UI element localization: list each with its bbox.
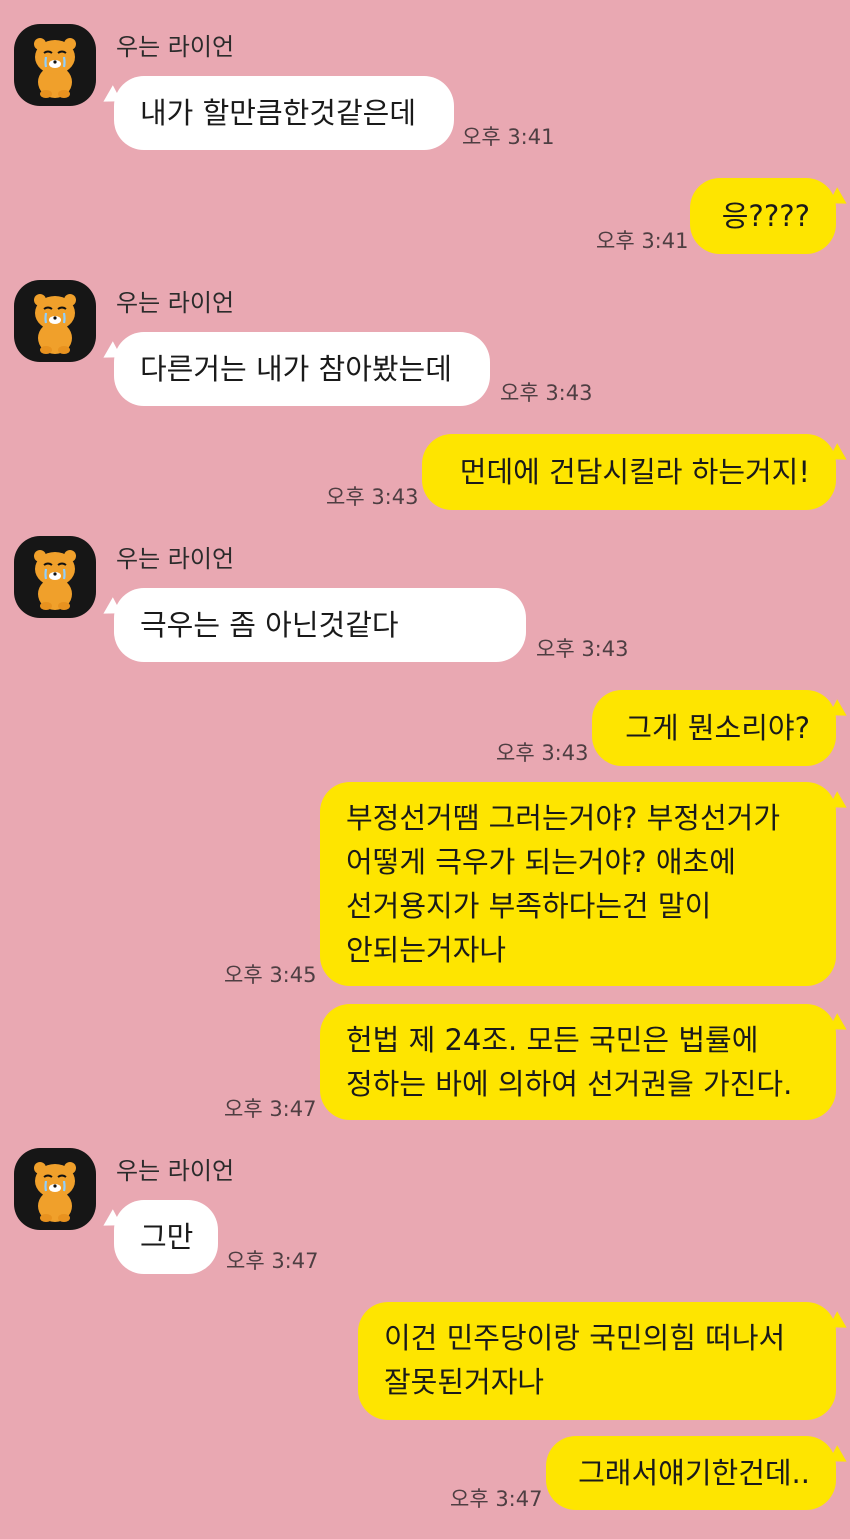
message-time: 오후 3:45 (224, 963, 317, 987)
message-bubble[interactable]: 이건 민주당이랑 국민의힘 떠나서 잘못된거자나 (358, 1302, 836, 1420)
message-time: 오후 3:43 (500, 381, 593, 405)
avatar[interactable] (14, 1148, 96, 1230)
message-bubble[interactable]: 먼데에 건담시킬라 하는거지! (422, 434, 836, 510)
message-time: 오후 3:47 (226, 1249, 319, 1273)
message-bubble[interactable]: 내가 할만큼한것같은데 (114, 76, 454, 150)
message-text: 먼데에 건담시킬라 하는거지! (459, 455, 810, 489)
message-text: 응???? (721, 199, 810, 233)
message-bubble[interactable]: 그게 뭔소리야? (592, 690, 836, 766)
message-bubble[interactable]: 다른거는 내가 참아봤는데 (114, 332, 490, 406)
message-line: 부정선거땜 그러는거야? 부정선거가 (346, 801, 781, 835)
message-text: 극우는 좀 아닌것같다 (140, 608, 399, 642)
message-bubble[interactable]: 응???? (690, 178, 836, 254)
message-text: 그만 (140, 1220, 194, 1254)
sender-name: 우는 라이언 (116, 289, 235, 317)
avatar[interactable] (14, 536, 96, 618)
sender-name: 우는 라이언 (116, 1157, 235, 1185)
message-text: 부정선거땜 그러는거야? 부정선거가 어떻게 극우가 되는거야? 애초에 선거용… (346, 796, 780, 972)
message-time: 오후 3:47 (450, 1487, 543, 1511)
crying-ryan-icon (34, 550, 76, 610)
message-bubble[interactable]: 그래서얘기한건데.. (546, 1436, 836, 1510)
message-time: 오후 3:47 (224, 1097, 317, 1121)
sender-name: 우는 라이언 (116, 33, 235, 61)
message-line: 정하는 바에 의하여 선거권을 가진다. (346, 1067, 793, 1101)
message-text: 그래서얘기한건데.. (578, 1456, 810, 1490)
sender-name: 우는 라이언 (116, 545, 235, 573)
crying-ryan-icon (34, 38, 76, 98)
message-line: 잘못된거자나 (384, 1365, 545, 1399)
message-bubble[interactable]: 헌법 제 24조. 모든 국민은 법률에 정하는 바에 의하여 선거권을 가진다… (320, 1004, 836, 1120)
message-bubble[interactable]: 부정선거땜 그러는거야? 부정선거가 어떻게 극우가 되는거야? 애초에 선거용… (320, 782, 836, 986)
message-time: 오후 3:43 (496, 741, 589, 765)
crying-ryan-icon (34, 1162, 76, 1222)
message-text: 헌법 제 24조. 모든 국민은 법률에 정하는 바에 의하여 선거권을 가진다… (346, 1018, 792, 1106)
avatar[interactable] (14, 280, 96, 362)
message-text: 다른거는 내가 참아봤는데 (140, 352, 452, 386)
message-text: 이건 민주당이랑 국민의힘 떠나서 잘못된거자나 (384, 1316, 785, 1404)
message-time: 오후 3:41 (462, 125, 555, 149)
message-line: 선거용지가 부족하다는건 말이 (346, 889, 712, 923)
message-line: 이건 민주당이랑 국민의힘 떠나서 (384, 1321, 786, 1355)
message-bubble[interactable]: 그만 (114, 1200, 218, 1274)
message-text: 내가 할만큼한것같은데 (140, 96, 417, 130)
crying-ryan-icon (34, 294, 76, 354)
avatar[interactable] (14, 24, 96, 106)
message-time: 오후 3:43 (326, 485, 419, 509)
message-line: 헌법 제 24조. 모든 국민은 법률에 (346, 1023, 759, 1057)
message-bubble[interactable]: 극우는 좀 아닌것같다 (114, 588, 526, 662)
message-line: 안되는거자나 (346, 933, 507, 967)
message-time: 오후 3:43 (536, 637, 629, 661)
message-time: 오후 3:41 (596, 229, 689, 253)
message-line: 어떻게 극우가 되는거야? 애초에 (346, 845, 736, 879)
message-text: 그게 뭔소리야? (625, 711, 810, 745)
